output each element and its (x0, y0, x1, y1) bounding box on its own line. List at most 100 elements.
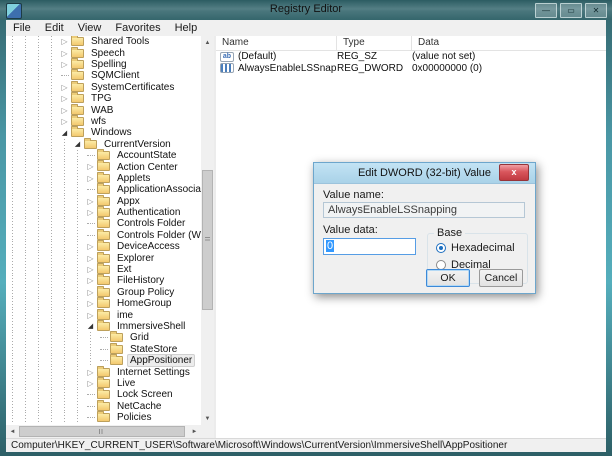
tree-expander-icon[interactable]: ▷ (84, 241, 97, 252)
tree-expander-icon[interactable]: ▷ (84, 298, 97, 309)
folder-icon (84, 137, 97, 149)
tree-expander-icon[interactable]: ▷ (58, 36, 71, 47)
tree-row[interactable]: ApplicationAssociationToas (6, 183, 201, 196)
tree-row[interactable]: ◢ ImmersiveShell (6, 319, 201, 333)
tree-indent-guide (6, 332, 19, 344)
dialog-close-icon[interactable]: x (499, 164, 529, 181)
tree-indent-guide (71, 184, 84, 196)
tree-expander-icon[interactable]: ▷ (58, 116, 71, 127)
column-header-data[interactable]: Data (412, 36, 606, 50)
vertical-scrollbar-thumb[interactable] (202, 170, 213, 310)
folder-icon (97, 411, 110, 423)
tree-row[interactable]: ▷ Internet Settings (6, 365, 201, 378)
tree-indent-guide (19, 149, 32, 162)
tree-indent-guide (19, 115, 32, 128)
scroll-left-icon[interactable]: ◄ (6, 425, 19, 438)
tree-expander-icon[interactable]: ▷ (58, 47, 71, 58)
tree-expander-icon[interactable]: ▷ (58, 59, 71, 70)
menu-item-favorites[interactable]: Favorites (108, 22, 167, 34)
cancel-button[interactable]: Cancel (479, 269, 523, 287)
tree-expander-icon[interactable]: ◢ (58, 127, 71, 138)
radio-button-icon[interactable] (436, 243, 446, 253)
maximize-button[interactable]: ▭ (560, 3, 582, 18)
tree-row[interactable]: ▷ Action Center (6, 160, 201, 173)
tree-vertical-scrollbar[interactable]: ▲ ▼ (201, 36, 214, 425)
scroll-right-icon[interactable]: ► (188, 425, 201, 438)
tree-expander-icon[interactable]: ▷ (84, 275, 97, 286)
tree-indent-guide (45, 172, 58, 185)
tree-expander-icon[interactable]: ▷ (84, 264, 97, 275)
tree-indent-guide (45, 320, 58, 333)
tree-indent-guide (58, 400, 71, 412)
tree-expander-icon[interactable]: ▷ (84, 252, 97, 263)
tree-expander-icon[interactable]: ◢ (84, 321, 97, 332)
tree-indent-guide (45, 138, 58, 150)
tree-indent-guide (32, 297, 45, 310)
tree-expander-icon[interactable]: ▷ (58, 82, 71, 93)
tree-indent-guide (58, 411, 71, 424)
scrollbar-corner (201, 425, 214, 438)
radio-option-hexadecimal[interactable]: Hexadecimal (436, 242, 515, 254)
tree-indent-guide (6, 206, 19, 219)
tree-indent-guide (71, 252, 84, 264)
scroll-down-icon[interactable]: ▼ (201, 412, 214, 425)
tree-row[interactable]: Lock Screen (6, 388, 201, 401)
tree-row[interactable]: ▷ Explorer (6, 251, 201, 264)
tree-indent-guide (6, 161, 19, 173)
tree-expander-icon[interactable]: ▷ (84, 287, 97, 298)
title-bar[interactable]: Registry Editor — ▭ ✕ (0, 0, 612, 20)
tree-indent-guide (45, 309, 58, 321)
tree-indent-guide (45, 252, 58, 264)
value-row[interactable]: ab (Default) REG_SZ (value not set) (216, 51, 606, 63)
tree-indent-guide (71, 411, 84, 424)
menu-item-view[interactable]: View (71, 22, 109, 34)
folder-icon (71, 114, 84, 126)
tree-indent-guide (71, 297, 84, 310)
tree-expander-icon[interactable]: ▷ (84, 161, 97, 172)
tree-expander-icon[interactable]: ▷ (84, 309, 97, 320)
tree-row[interactable]: Policies (6, 411, 201, 424)
tree-indent-guide (19, 206, 32, 219)
tree-connector (84, 218, 97, 229)
scroll-up-icon[interactable]: ▲ (201, 36, 214, 49)
tree-horizontal-scrollbar[interactable]: ◄ ► (6, 425, 201, 438)
tree-expander-icon[interactable]: ▷ (84, 195, 97, 206)
menu-bar: File Edit View Favorites Help (6, 20, 606, 37)
column-header-name[interactable]: Name (216, 36, 337, 50)
tree-indent-guide (6, 377, 19, 390)
value-data-label: Value data: (323, 224, 378, 236)
tree-expander-icon[interactable]: ▷ (84, 173, 97, 184)
tree-indent-guide (32, 161, 45, 173)
folder-icon (97, 308, 110, 320)
tree-indent-guide (6, 184, 19, 196)
tree-expander-icon[interactable]: ▷ (58, 93, 71, 104)
tree-indent-guide (45, 127, 58, 139)
tree-expander-icon[interactable]: ▷ (84, 366, 97, 377)
close-button[interactable]: ✕ (585, 3, 607, 18)
tree-connector (84, 412, 97, 423)
menu-item-file[interactable]: File (6, 22, 38, 34)
tree-indent-guide (32, 138, 45, 150)
value-name-field[interactable]: AlwaysEnableLSSnapping (323, 202, 525, 218)
tree-row[interactable]: ▷ DeviceAccess (6, 240, 201, 253)
tree-row[interactable]: ▷ HomeGroup (6, 297, 201, 310)
menu-item-help[interactable]: Help (168, 22, 205, 34)
tree-indent-guide (32, 241, 45, 253)
column-header-type[interactable]: Type (337, 36, 412, 50)
horizontal-scrollbar-thumb[interactable] (19, 426, 185, 437)
tree-expander-icon[interactable]: ▷ (58, 104, 71, 115)
menu-item-edit[interactable]: Edit (38, 22, 71, 34)
value-data-field[interactable]: 0 (323, 238, 416, 255)
folder-icon (71, 80, 84, 92)
tree-expander-icon[interactable]: ▷ (84, 378, 97, 389)
ok-button[interactable]: OK (426, 269, 470, 287)
minimize-button[interactable]: — (535, 3, 557, 18)
tree-expander-icon[interactable]: ▷ (84, 207, 97, 218)
tree-indent-guide (71, 195, 84, 207)
tree-expander-icon[interactable]: ◢ (71, 139, 84, 150)
tree-indent-guide (6, 70, 19, 82)
tree-indent-guide (71, 206, 84, 219)
value-row[interactable]: AlwaysEnableLSSnappingREG_DWORD 0x0000000… (216, 63, 606, 75)
tree-indent-guide (58, 149, 71, 162)
tree-indent-guide (6, 229, 19, 242)
